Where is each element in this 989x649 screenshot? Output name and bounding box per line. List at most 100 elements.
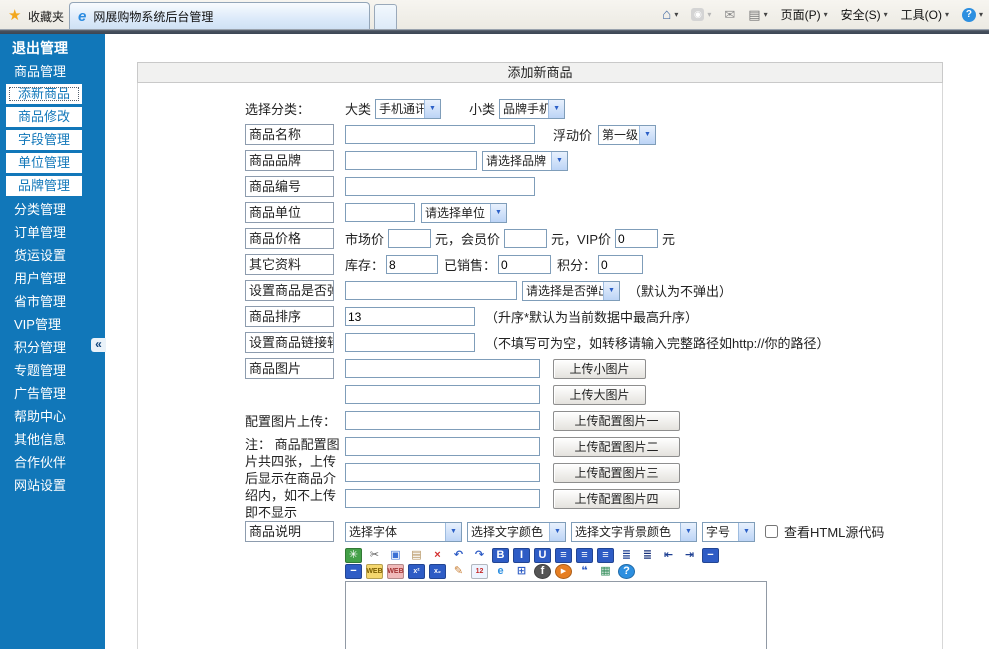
popup-input[interactable] <box>345 281 517 300</box>
sidebar-item-category-management[interactable]: 分类管理 <box>0 199 66 218</box>
small-image-input[interactable] <box>345 359 540 378</box>
subscript-icon[interactable]: x₂ <box>429 564 446 579</box>
read-mail-button[interactable]: ✉ <box>724 7 735 23</box>
product-code-input[interactable] <box>345 177 535 196</box>
sidebar-item-product-management[interactable]: 商品管理 <box>0 61 66 80</box>
upload-small-image-button[interactable]: 上传小图片 <box>553 359 646 379</box>
table-icon[interactable]: ⊞ <box>513 564 530 579</box>
text-color-select[interactable]: 选择文字颜色 <box>467 522 566 542</box>
copy-icon[interactable]: ▣ <box>387 548 404 563</box>
bullet-list-icon[interactable]: ≣ <box>618 548 635 563</box>
link-icon[interactable]: WEB <box>366 564 383 579</box>
indent-icon[interactable]: ⇥ <box>681 548 698 563</box>
flash-icon[interactable]: f <box>534 564 551 579</box>
tools-menu[interactable]: 工具(O) ▾ <box>901 6 949 23</box>
sidebar-item-site-settings[interactable]: 网站设置 <box>0 475 66 494</box>
sidebar-item-order-management[interactable]: 订单管理 <box>0 222 66 241</box>
help-icon[interactable]: ? <box>618 564 635 579</box>
sidebar-item-points-management[interactable]: 积分管理 <box>0 337 66 356</box>
upload-big-image-button[interactable]: 上传大图片 <box>553 385 646 405</box>
numbered-list-icon[interactable]: ≣ <box>639 548 656 563</box>
sidebar-item-unit-management[interactable]: 单位管理 <box>6 153 82 173</box>
sidebar-collapse-icon[interactable]: « <box>91 338 106 352</box>
align-left-icon[interactable]: ≡ <box>555 548 572 563</box>
sidebar-item-ad-management[interactable]: 广告管理 <box>0 383 66 402</box>
horizontal-rule-icon[interactable]: − <box>702 548 719 563</box>
sidebar-item-brand-management[interactable]: 品牌管理 <box>6 176 82 196</box>
stock-input[interactable] <box>386 255 438 274</box>
cut-icon[interactable]: ✂ <box>366 548 383 563</box>
brand-select[interactable]: 请选择品牌 <box>482 151 568 171</box>
config-image-input-3[interactable] <box>345 463 540 482</box>
sort-input[interactable] <box>345 307 475 326</box>
date-icon[interactable]: 12 <box>471 564 488 579</box>
sidebar-item-province-city-management[interactable]: 省市管理 <box>0 291 66 310</box>
home-button[interactable]: ⌂ ▾ <box>662 6 678 23</box>
sidebar-item-add-product[interactable]: 添新商品 <box>6 84 82 104</box>
outdent-icon[interactable]: ⇤ <box>660 548 677 563</box>
underline-icon[interactable]: U <box>534 548 551 563</box>
upload-config-image-3-button[interactable]: 上传配置图片三 <box>553 463 680 483</box>
upload-config-image-4-button[interactable]: 上传配置图片四 <box>553 489 680 509</box>
print-button[interactable]: ▤ ▾ <box>748 7 767 23</box>
sidebar-item-vip-management[interactable]: VIP管理 <box>0 314 61 333</box>
config-image-input-2[interactable] <box>345 437 540 456</box>
sidebar-item-partners[interactable]: 合作伙伴 <box>0 452 66 471</box>
sidebar-item-product-edit[interactable]: 商品修改 <box>6 107 82 127</box>
unit-select[interactable]: 请选择单位 <box>421 203 507 223</box>
link-input[interactable] <box>345 333 475 352</box>
help-menu[interactable]: ? ▾ <box>962 8 983 22</box>
feed-button[interactable]: ◉ ▾ <box>691 8 711 21</box>
highlight-icon[interactable]: ✎ <box>450 564 467 579</box>
description-textarea[interactable] <box>345 581 767 649</box>
category-big-select[interactable]: 手机通讯 <box>375 99 441 119</box>
remove-line-icon[interactable]: − <box>345 564 362 579</box>
font-select[interactable]: 选择字体 <box>345 522 462 542</box>
vip-price-input[interactable] <box>615 229 658 248</box>
paste-icon[interactable]: ▤ <box>408 548 425 563</box>
new-document-icon[interactable]: ✳ <box>345 548 362 563</box>
popup-select[interactable]: 请选择是否弹出 <box>522 281 620 301</box>
sidebar-item-shipping-settings[interactable]: 货运设置 <box>0 245 66 264</box>
member-price-input[interactable] <box>504 229 547 248</box>
italic-icon[interactable]: I <box>513 548 530 563</box>
redo-icon[interactable]: ↷ <box>471 548 488 563</box>
superscript-icon[interactable]: x² <box>408 564 425 579</box>
browser-icon[interactable]: e <box>492 564 509 579</box>
config-image-input-1[interactable] <box>345 411 540 430</box>
points-input[interactable] <box>598 255 643 274</box>
security-menu[interactable]: 安全(S) ▾ <box>841 6 888 23</box>
product-name-input[interactable] <box>345 125 535 144</box>
upload-config-image-2-button[interactable]: 上传配置图片二 <box>553 437 680 457</box>
category-small-select[interactable]: 品牌手机 <box>499 99 565 119</box>
browser-tab[interactable]: e 网展购物系统后台管理 <box>69 2 370 29</box>
font-size-select[interactable]: 字号 <box>702 522 755 542</box>
sidebar-item-other-info[interactable]: 其他信息 <box>0 429 66 448</box>
sidebar-item-topic-management[interactable]: 专题管理 <box>0 360 66 379</box>
view-html-checkbox[interactable] <box>765 525 778 538</box>
bold-icon[interactable]: B <box>492 548 509 563</box>
new-tab-button[interactable] <box>374 4 397 29</box>
product-unit-input[interactable] <box>345 203 415 222</box>
config-image-input-4[interactable] <box>345 489 540 508</box>
sidebar-item-help-center[interactable]: 帮助中心 <box>0 406 66 425</box>
market-price-input[interactable] <box>388 229 431 248</box>
align-center-icon[interactable]: ≡ <box>576 548 593 563</box>
upload-config-image-1-button[interactable]: 上传配置图片一 <box>553 411 680 431</box>
favorites-star-icon[interactable]: ★ <box>8 6 21 24</box>
sidebar-item-exit[interactable]: 退出管理 <box>0 38 68 58</box>
media-player-icon[interactable]: ▶ <box>555 564 572 579</box>
unlink-icon[interactable]: WEB <box>387 564 404 579</box>
undo-icon[interactable]: ↶ <box>450 548 467 563</box>
sidebar-item-field-management[interactable]: 字段管理 <box>6 130 82 150</box>
delete-icon[interactable]: × <box>429 548 446 563</box>
page-menu[interactable]: 页面(P) ▾ <box>781 6 828 23</box>
quote-icon[interactable]: ❝ <box>576 564 593 579</box>
float-price-select[interactable]: 第一级 <box>598 125 656 145</box>
text-bg-color-select[interactable]: 选择文字背景颜色 <box>571 522 697 542</box>
sidebar-item-user-management[interactable]: 用户管理 <box>0 268 66 287</box>
product-brand-input[interactable] <box>345 151 477 170</box>
align-right-icon[interactable]: ≡ <box>597 548 614 563</box>
big-image-input[interactable] <box>345 385 540 404</box>
image-icon[interactable]: ▦ <box>597 564 614 579</box>
